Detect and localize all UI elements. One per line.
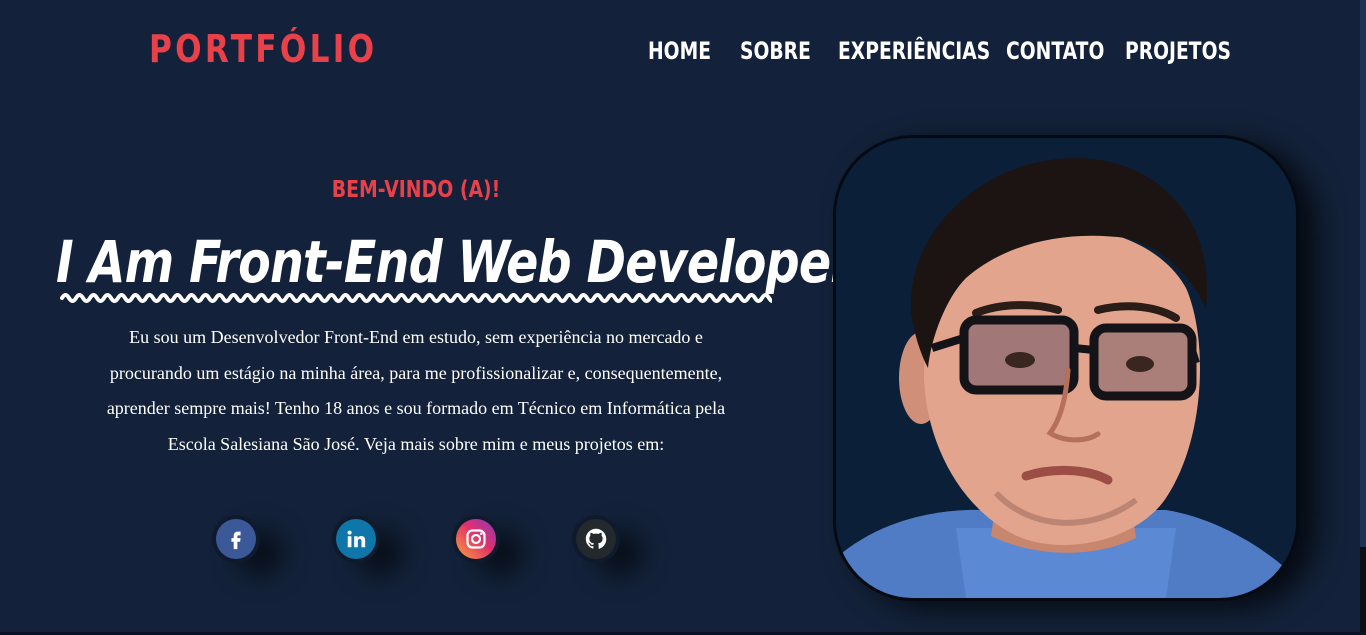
profile-photo xyxy=(833,135,1299,601)
nav-projetos[interactable]: PROJETOS xyxy=(1125,34,1231,68)
nav-sobre[interactable]: SOBRE xyxy=(740,34,811,68)
github-icon xyxy=(576,519,616,559)
site-logo[interactable]: PORTFÓLIO xyxy=(149,26,377,72)
scrollbar-bottom xyxy=(1360,547,1366,635)
nav-home[interactable]: HOME xyxy=(648,34,711,68)
nav-contato[interactable]: CONTATO xyxy=(1006,34,1104,68)
page: PORTFÓLIO HOME SOBRE EXPERIÊNCIAS CONTAT… xyxy=(0,0,1366,635)
linkedin-icon xyxy=(336,519,376,559)
hero-description: Eu sou um Desenvolvedor Front-End em est… xyxy=(106,327,726,454)
profile-illustration xyxy=(836,138,1296,598)
wave-underline xyxy=(60,293,772,303)
linkedin-link[interactable] xyxy=(332,515,380,563)
instagram-icon xyxy=(456,519,496,559)
instagram-link[interactable] xyxy=(452,515,500,563)
facebook-link[interactable] xyxy=(212,515,260,563)
scrollbar-track[interactable] xyxy=(1360,0,1366,547)
headline-block: I Am Front-End Web Developer xyxy=(56,226,854,310)
facebook-icon xyxy=(216,519,256,559)
nav-experiencias[interactable]: EXPERIÊNCIAS xyxy=(838,34,990,68)
github-link[interactable] xyxy=(572,515,620,563)
headline: I Am Front-End Web Developer xyxy=(56,228,854,296)
welcome-text: BEM-VINDO (A)! xyxy=(331,177,501,203)
